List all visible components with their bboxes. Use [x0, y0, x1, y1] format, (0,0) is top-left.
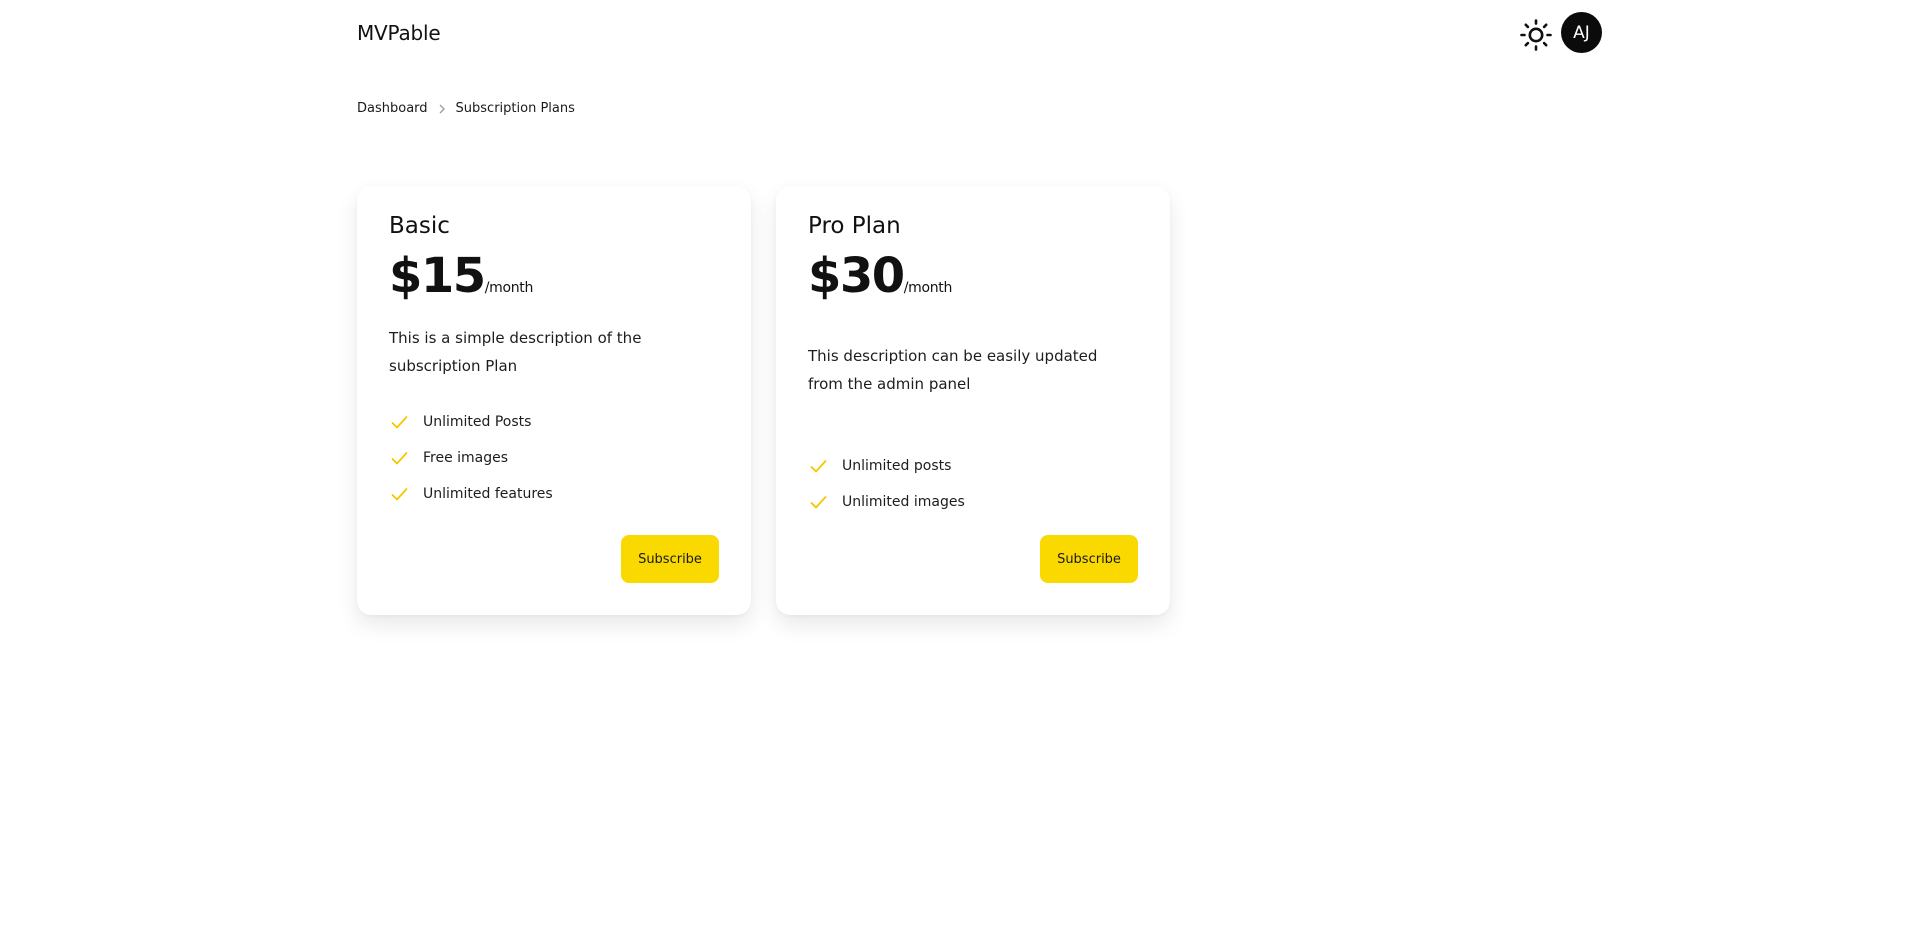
plan-description: This is a simple description of the subs…	[389, 329, 642, 375]
feature-label: Unlimited images	[842, 494, 965, 510]
plan-description: This description can be easily updated f…	[808, 347, 1098, 393]
top-header: MVPable AJ	[0, 0, 1920, 70]
check-icon	[391, 450, 408, 467]
chevron-right-icon	[438, 104, 446, 114]
breadcrumb-dashboard[interactable]: Dashboard	[357, 101, 428, 116]
plans-list: Basic $15 /month This is a simple descri…	[357, 186, 1170, 615]
feature-label: Free images	[423, 450, 509, 466]
plan-name: Pro Plan	[808, 213, 901, 239]
feature-item: Unlimited posts	[808, 448, 1138, 484]
feature-list: Unlimited posts Unlimited images	[808, 448, 1138, 520]
theme-toggle-button[interactable]	[1518, 17, 1554, 53]
feature-label: Unlimited features	[423, 486, 553, 502]
price-row: $15 /month	[389, 248, 719, 304]
plan-name: Basic	[389, 213, 450, 239]
feature-label: Unlimited Posts	[423, 414, 532, 430]
sun-icon	[1520, 19, 1552, 51]
feature-label: Unlimited posts	[842, 458, 952, 474]
check-icon	[391, 486, 408, 503]
user-avatar[interactable]: AJ	[1561, 12, 1602, 53]
feature-list: Unlimited Posts Free images Unlimited fe…	[389, 404, 719, 512]
subscribe-button[interactable]: Subscribe	[1040, 535, 1138, 583]
plan-price: $30	[808, 248, 905, 304]
check-icon	[810, 458, 827, 475]
brand-logo[interactable]: MVPable	[357, 21, 441, 45]
feature-item: Free images	[389, 440, 719, 476]
breadcrumb: Dashboard Subscription Plans	[357, 101, 575, 116]
plan-period: /month	[484, 280, 534, 296]
feature-item: Unlimited Posts	[389, 404, 719, 440]
plan-period: /month	[903, 280, 953, 296]
feature-item: Unlimited images	[808, 484, 1138, 520]
plan-card-basic: Basic $15 /month This is a simple descri…	[357, 186, 751, 615]
price-row: $30 /month	[808, 248, 1138, 304]
feature-item: Unlimited features	[389, 476, 719, 512]
plan-price: $15	[389, 248, 486, 304]
breadcrumb-subscription-plans[interactable]: Subscription Plans	[456, 101, 575, 116]
subscribe-button[interactable]: Subscribe	[621, 535, 719, 583]
plan-card-pro: Pro Plan $30 /month This description can…	[776, 186, 1170, 615]
check-icon	[391, 414, 408, 431]
check-icon	[810, 494, 827, 511]
